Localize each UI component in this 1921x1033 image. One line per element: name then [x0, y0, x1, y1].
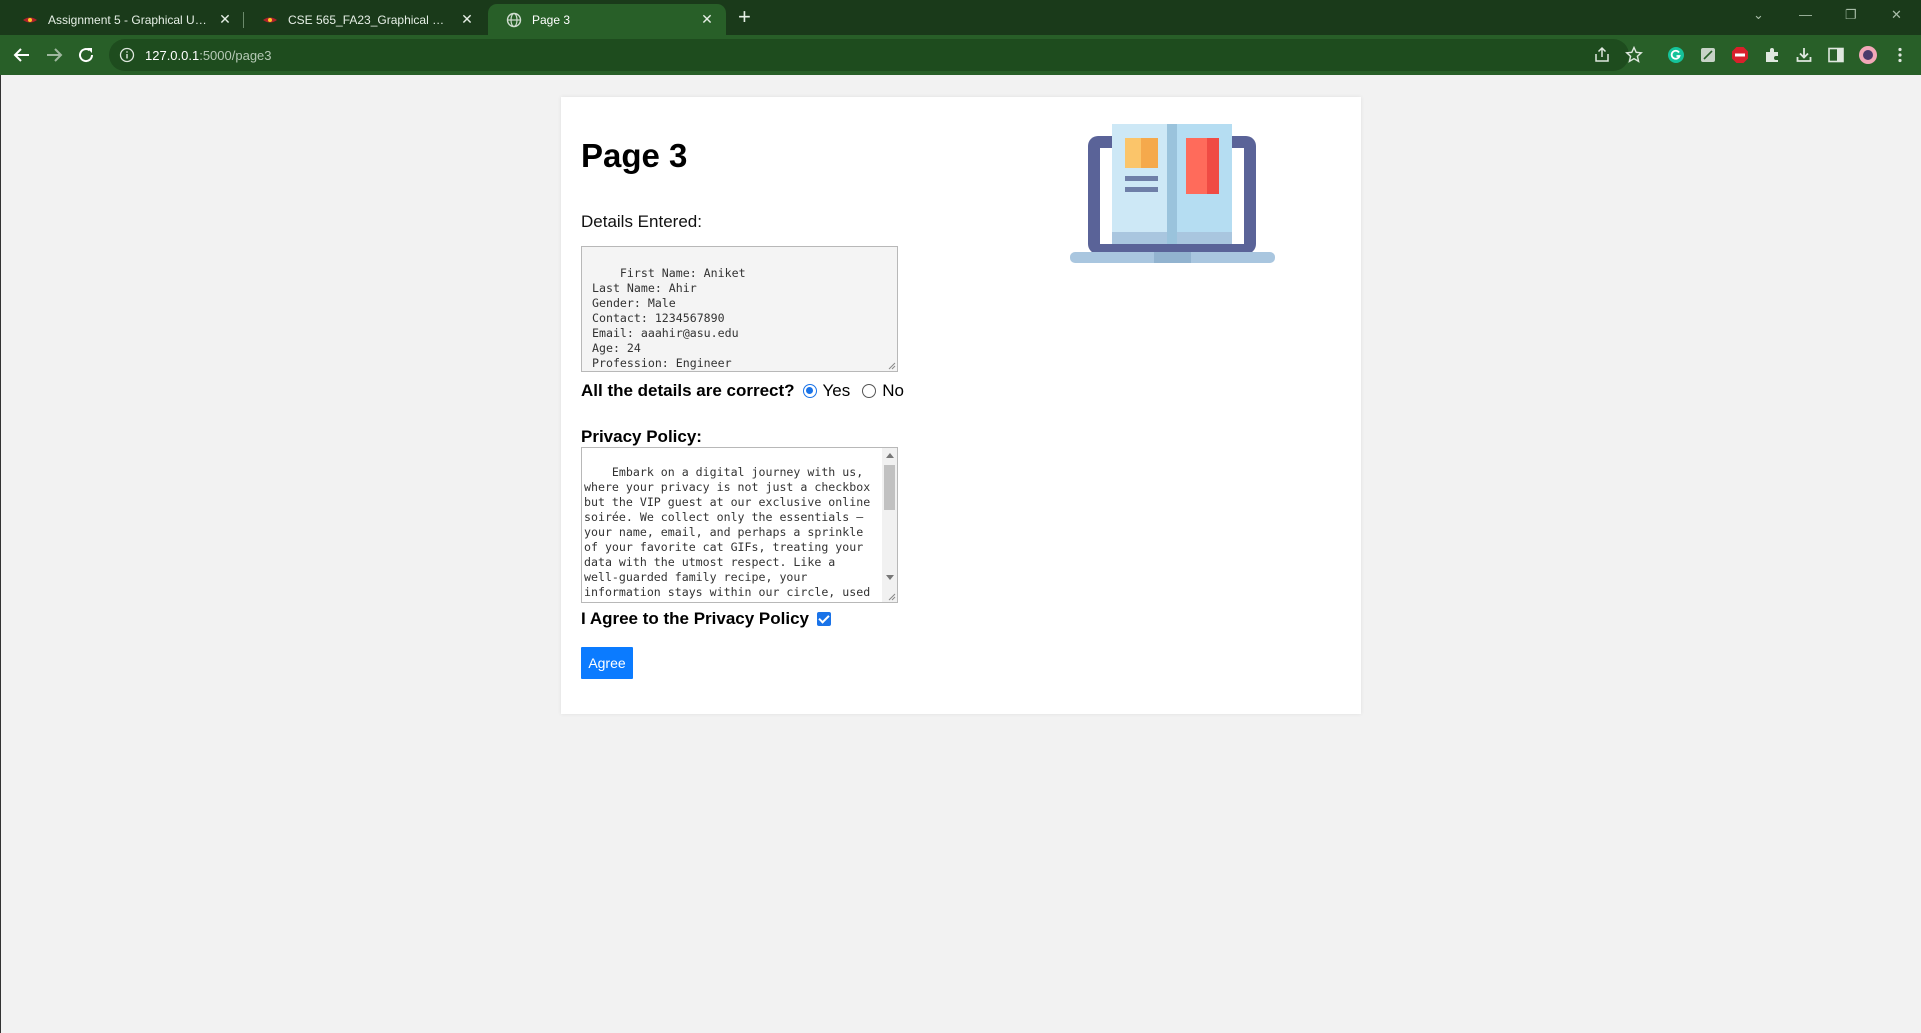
- adblock-plus-icon[interactable]: [1730, 45, 1750, 65]
- notes-extension-icon[interactable]: [1698, 45, 1718, 65]
- confirm-no-radio[interactable]: [862, 384, 877, 398]
- forward-arrow-icon[interactable]: [42, 43, 66, 67]
- details-text: First Name: Aniket Last Name: Ahir Gende…: [592, 266, 746, 370]
- details-textarea[interactable]: First Name: Aniket Last Name: Ahir Gende…: [581, 246, 898, 372]
- extensions-puzzle-icon[interactable]: [1762, 45, 1782, 65]
- tab-title: Assignment 5 - Graphical User Interface: [48, 12, 210, 27]
- scroll-thumb[interactable]: [884, 465, 895, 510]
- agree-button[interactable]: Agree: [581, 647, 633, 679]
- resize-grip-icon[interactable]: [887, 592, 896, 601]
- browser-tabstrip: Assignment 5 - Graphical User Interface …: [0, 0, 1921, 35]
- window-close-icon[interactable]: ✕: [1891, 7, 1902, 23]
- url-host: 127.0.0.1: [145, 47, 200, 63]
- privacy-policy-text: Embark on a digital journey with us, whe…: [584, 465, 871, 602]
- tab-search-icon[interactable]: ⌄: [1753, 7, 1764, 23]
- reload-icon[interactable]: [74, 43, 98, 67]
- browser-toolbar: 127.0.0.1 :5000/page3: [0, 35, 1921, 75]
- bookmark-star-icon[interactable]: [1624, 45, 1644, 65]
- privacy-scrollbar[interactable]: [882, 448, 897, 602]
- browser-menu-icon[interactable]: [1890, 45, 1910, 65]
- browser-tab-page3-active[interactable]: Page 3 ✕: [488, 4, 726, 35]
- details-label: Details Entered:: [581, 212, 702, 231]
- confirm-question: All the details are correct?: [581, 381, 795, 400]
- resize-grip-icon[interactable]: [887, 361, 896, 370]
- browser-tab-assignment[interactable]: Assignment 5 - Graphical User Interface …: [4, 4, 244, 35]
- privacy-policy-textarea[interactable]: Embark on a digital journey with us, whe…: [581, 447, 898, 603]
- privacy-policy-label: Privacy Policy:: [581, 427, 702, 446]
- details-confirm-row: All the details are correct? Yes No: [581, 379, 916, 403]
- tab-title: CSE 565_FA23_Graphical User Interface: [288, 12, 452, 27]
- download-icon[interactable]: [1794, 45, 1814, 65]
- address-bar[interactable]: 127.0.0.1 :5000/page3: [109, 39, 1629, 71]
- page-card: Page 3 Details Entered: First Name: Anik…: [561, 97, 1361, 714]
- restore-icon[interactable]: ❐: [1845, 7, 1857, 23]
- page-title: Page 3: [581, 137, 688, 174]
- new-tab-button[interactable]: +: [738, 5, 751, 29]
- share-icon[interactable]: [1592, 45, 1612, 65]
- globe-icon: [506, 12, 522, 27]
- profile-avatar-icon[interactable]: [1858, 45, 1878, 65]
- scroll-up-icon[interactable]: [886, 453, 894, 458]
- tab-close-icon[interactable]: ✕: [698, 11, 716, 28]
- privacy-agree-label[interactable]: I Agree to the Privacy Policy: [581, 609, 809, 629]
- privacy-agree-row: I Agree to the Privacy Policy: [581, 607, 832, 631]
- privacy-agree-checkbox[interactable]: [817, 612, 832, 626]
- confirm-yes-radio[interactable]: [802, 384, 817, 398]
- asu-favicon-icon: [263, 17, 277, 22]
- laptop-book-illustration: [1070, 124, 1275, 263]
- grammarly-extension-icon[interactable]: [1666, 45, 1686, 65]
- tab-close-icon[interactable]: ✕: [216, 11, 234, 28]
- url-path: :5000/page3: [199, 47, 272, 63]
- minimize-icon[interactable]: —: [1799, 7, 1812, 22]
- asu-favicon-icon: [23, 17, 37, 22]
- back-arrow-icon[interactable]: [10, 43, 34, 67]
- side-panel-icon[interactable]: [1826, 45, 1846, 65]
- scroll-down-icon[interactable]: [886, 575, 894, 580]
- confirm-yes-label[interactable]: Yes: [823, 381, 851, 401]
- browser-tab-cse565[interactable]: CSE 565_FA23_Graphical User Interface ✕: [244, 4, 486, 35]
- tab-title: Page 3: [532, 12, 571, 27]
- tab-close-icon[interactable]: ✕: [458, 11, 476, 28]
- confirm-no-label[interactable]: No: [882, 381, 904, 401]
- site-info-icon[interactable]: [119, 47, 135, 63]
